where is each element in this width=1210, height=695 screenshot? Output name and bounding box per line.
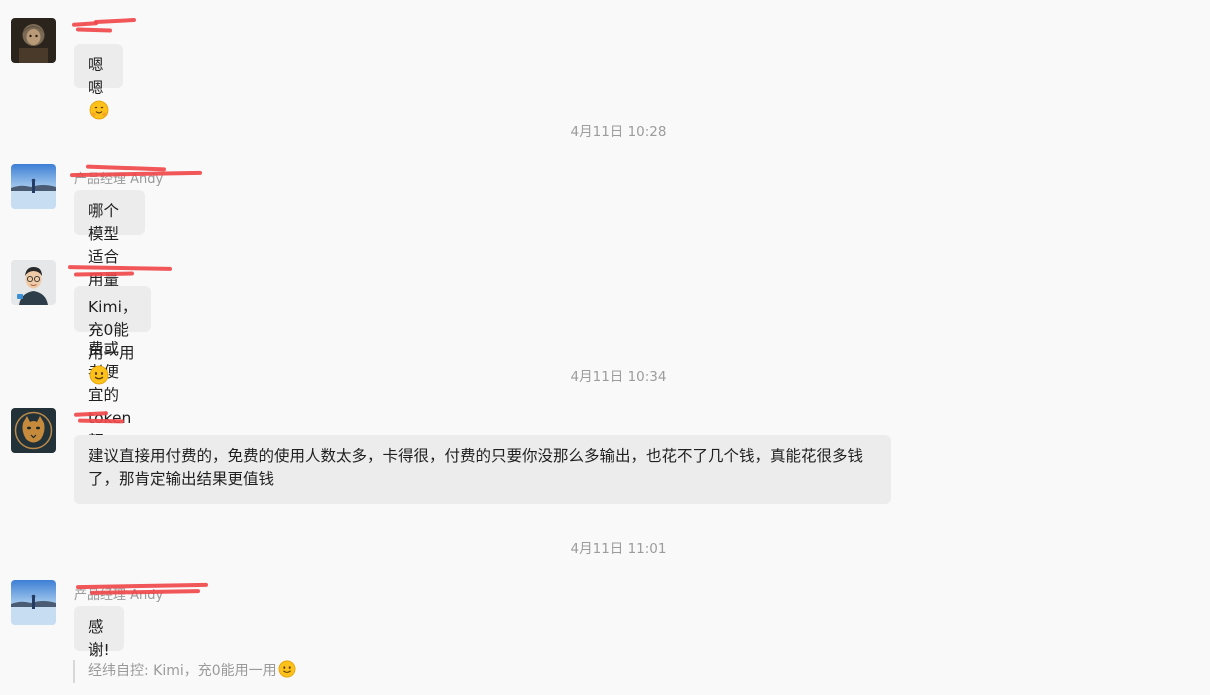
redaction-mark: [73, 271, 135, 277]
redaction-mark: [75, 27, 113, 33]
avatar[interactable]: [11, 18, 56, 63]
hugging-face-emoji-icon: [89, 100, 109, 120]
avatar[interactable]: [11, 260, 56, 305]
timestamp: 4月11日 10:28: [570, 124, 667, 140]
message-text: 感谢!: [88, 618, 110, 659]
avatar[interactable]: [11, 580, 56, 625]
message-bubble[interactable]: 建议直接用付费的，免费的使用人数太多，卡得很，付费的只要你没那么多输出，也花不了…: [74, 435, 891, 504]
quoted-reply[interactable]: 经纬自控: Kimi，充0能用一用: [73, 660, 296, 683]
avatar[interactable]: [11, 164, 56, 209]
message-text: 建议直接用付费的，免费的使用人数太多，卡得很，付费的只要你没那么多输出，也花不了…: [88, 447, 864, 488]
message-text: Kimi，充0能用一用: [88, 298, 138, 362]
redaction-mark: [67, 265, 173, 271]
quoted-text: 经纬自控: Kimi，充0能用一用: [88, 663, 277, 679]
timestamp: 4月11日 11:01: [570, 541, 667, 557]
timestamp: 4月11日 10:34: [570, 369, 667, 385]
redaction-mark: [93, 17, 137, 25]
message-bubble[interactable]: 哪个模型适合用量少的有免费或者便宜的token额度？: [74, 190, 146, 473]
message-bubble[interactable]: Kimi，充0能用一用: [74, 286, 152, 385]
message-text: 嗯嗯: [88, 56, 104, 97]
message-bubble[interactable]: 嗯嗯: [74, 44, 123, 120]
chat-history[interactable]: 嗯嗯 4月11日 10:28 产品经理 Andy 哪个模型适合用量 便宜的 ok…: [0, 0, 1210, 695]
smile-emoji-icon: [278, 660, 296, 678]
message-bubble[interactable]: 感谢!: [74, 606, 124, 659]
redaction-mark: [77, 418, 125, 424]
avatar[interactable]: [11, 408, 56, 453]
